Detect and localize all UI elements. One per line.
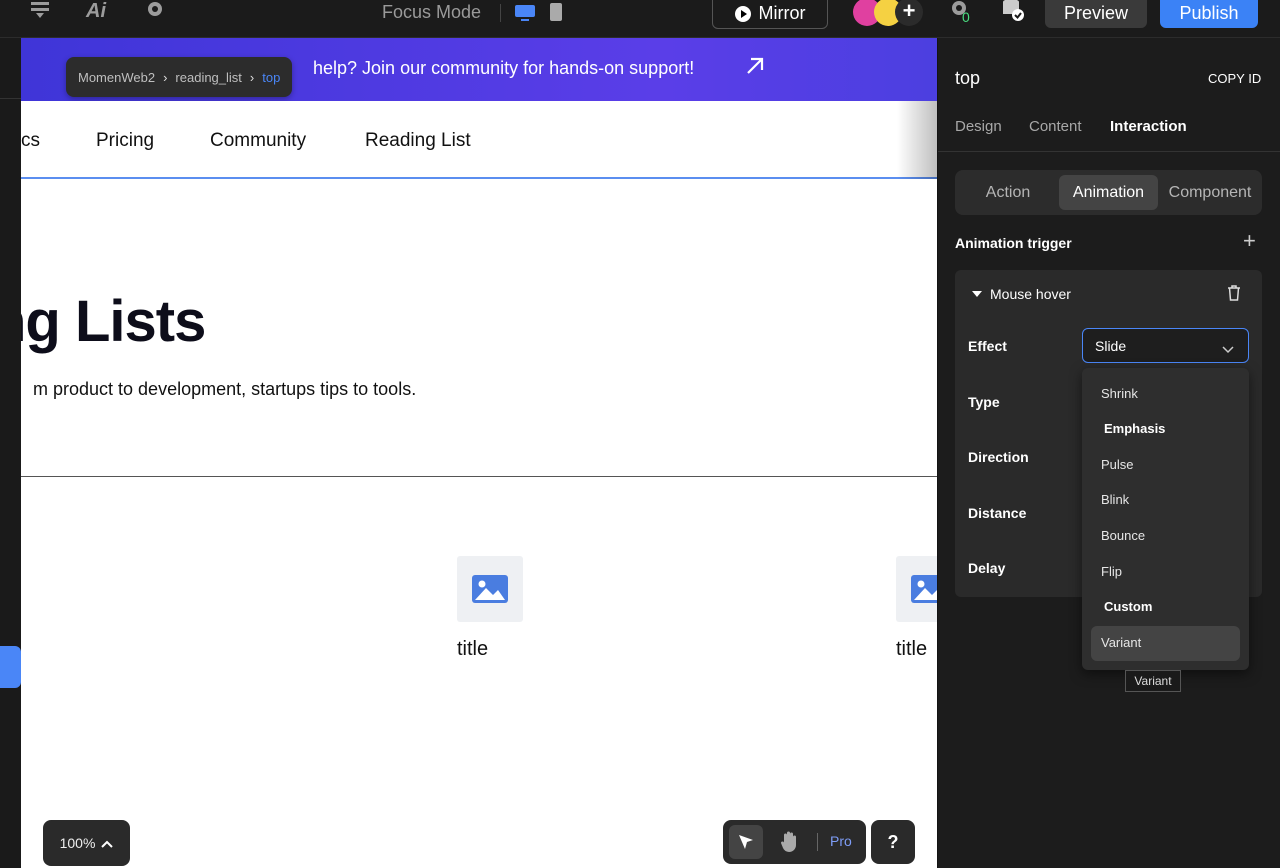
section-divider xyxy=(21,476,937,477)
segment-action[interactable]: Action xyxy=(959,175,1057,210)
dropdown-option-shrink[interactable]: Shrink xyxy=(1101,386,1138,401)
nav-item-community[interactable]: Community xyxy=(210,130,306,152)
card-title[interactable]: title xyxy=(457,638,488,661)
nav-edge-shadow xyxy=(897,101,937,179)
chevron-right-icon: › xyxy=(163,69,168,85)
breadcrumb-item-active[interactable]: top xyxy=(262,70,280,85)
chevron-up-icon xyxy=(101,835,114,851)
add-trigger-icon[interactable]: + xyxy=(1243,228,1256,254)
svg-text:0: 0 xyxy=(962,9,970,22)
effect-dropdown-menu: Shrink Emphasis Pulse Blink Bounce Flip … xyxy=(1082,368,1249,670)
breadcrumb-item[interactable]: MomenWeb2 xyxy=(78,70,155,85)
topbar-separator xyxy=(500,4,501,22)
arrow-up-right-icon[interactable] xyxy=(743,54,767,83)
banner-text: help? Join our community for hands-on su… xyxy=(313,58,695,78)
mirror-label: Mirror xyxy=(758,3,806,23)
hand-icon[interactable] xyxy=(779,831,799,858)
database-icon[interactable] xyxy=(1001,0,1025,27)
dropdown-option-pulse[interactable]: Pulse xyxy=(1101,457,1134,472)
sidebar-divider xyxy=(0,98,21,99)
help-button[interactable]: ? xyxy=(871,820,915,864)
sidebar-handle[interactable] xyxy=(0,646,21,688)
desktop-icon[interactable] xyxy=(514,4,536,27)
image-placeholder[interactable] xyxy=(896,556,937,622)
gear-count-icon[interactable]: 0 xyxy=(950,0,974,27)
effect-value: Slide xyxy=(1095,338,1127,354)
panel-title: top xyxy=(955,68,981,88)
chevron-down-icon xyxy=(1222,341,1234,357)
zoom-control[interactable]: 100% xyxy=(43,820,130,866)
nav-item-reading-list[interactable]: Reading List xyxy=(365,130,471,152)
dropdown-option-blink[interactable]: Blink xyxy=(1101,492,1129,507)
card-title[interactable]: title xyxy=(896,638,927,661)
tab-design[interactable]: Design xyxy=(955,118,1002,135)
play-icon xyxy=(734,5,751,22)
hero-subtitle[interactable]: m product to development, startups tips … xyxy=(33,379,416,400)
trash-icon[interactable] xyxy=(1227,285,1241,306)
zoom-level: 100% xyxy=(59,835,96,851)
tab-divider xyxy=(938,151,1280,152)
tab-interaction[interactable]: Interaction xyxy=(1110,118,1187,135)
field-label-effect: Effect xyxy=(968,338,1007,354)
image-placeholder[interactable] xyxy=(457,556,523,622)
breadcrumb-item[interactable]: reading_list xyxy=(175,70,242,85)
trigger-header[interactable]: Mouse hover xyxy=(972,286,1071,302)
dropdown-option-variant[interactable]: Variant xyxy=(1101,635,1141,650)
publish-button[interactable]: Publish xyxy=(1160,0,1258,28)
nav-item-pricing[interactable]: Pricing xyxy=(96,130,154,152)
field-label-type: Type xyxy=(968,394,1000,410)
interaction-segmented-control: Action Animation Component xyxy=(955,170,1262,215)
add-collaborator-button[interactable]: + xyxy=(895,0,923,26)
pro-badge[interactable]: Pro xyxy=(830,833,852,849)
caret-down-icon xyxy=(972,291,982,297)
cursor-icon xyxy=(739,835,753,849)
field-label-direction: Direction xyxy=(968,449,1029,465)
field-label-delay: Delay xyxy=(968,560,1006,576)
segment-component[interactable]: Component xyxy=(1160,175,1260,210)
tool-bar: Pro xyxy=(723,820,866,864)
settings-icon[interactable] xyxy=(145,0,165,25)
design-canvas[interactable]: help? Join our community for hands-on su… xyxy=(21,38,937,868)
breadcrumb: MomenWeb2 › reading_list › top xyxy=(66,57,293,97)
trigger-name: Mouse hover xyxy=(990,286,1071,302)
mirror-button[interactable]: Mirror xyxy=(712,0,828,29)
hero-title[interactable]: ng Lists xyxy=(21,288,206,355)
preview-button[interactable]: Preview xyxy=(1045,0,1147,28)
ai-icon[interactable]: Ai xyxy=(86,0,106,22)
dropdown-group-custom: Custom xyxy=(1104,599,1153,614)
left-sidebar-strip xyxy=(0,38,21,868)
tooltip: Variant xyxy=(1125,670,1181,692)
field-label-distance: Distance xyxy=(968,505,1027,521)
top-bar: Ai Focus Mode Mirror + 0 Preview Publish xyxy=(0,0,1280,38)
tool-divider xyxy=(817,833,818,851)
tab-content[interactable]: Content xyxy=(1029,118,1082,135)
copy-id-button[interactable]: COPY ID xyxy=(1208,71,1261,86)
site-navbar: cs Pricing Community Reading List xyxy=(21,101,937,179)
segment-animation[interactable]: Animation xyxy=(1059,175,1158,210)
image-icon xyxy=(472,575,508,603)
select-tool-button[interactable] xyxy=(729,825,763,859)
layers-icon[interactable] xyxy=(30,0,50,25)
focus-mode-label[interactable]: Focus Mode xyxy=(382,2,481,23)
dropdown-group-emphasis: Emphasis xyxy=(1104,421,1166,436)
chevron-right-icon: › xyxy=(249,69,255,85)
animation-trigger-label: Animation trigger xyxy=(955,235,1072,251)
mobile-icon[interactable] xyxy=(549,2,563,27)
nav-item[interactable]: cs xyxy=(21,130,40,152)
dropdown-option-bounce[interactable]: Bounce xyxy=(1101,528,1145,543)
effect-select[interactable]: Slide xyxy=(1082,328,1249,363)
image-icon xyxy=(911,575,937,603)
dropdown-option-flip[interactable]: Flip xyxy=(1101,564,1122,579)
